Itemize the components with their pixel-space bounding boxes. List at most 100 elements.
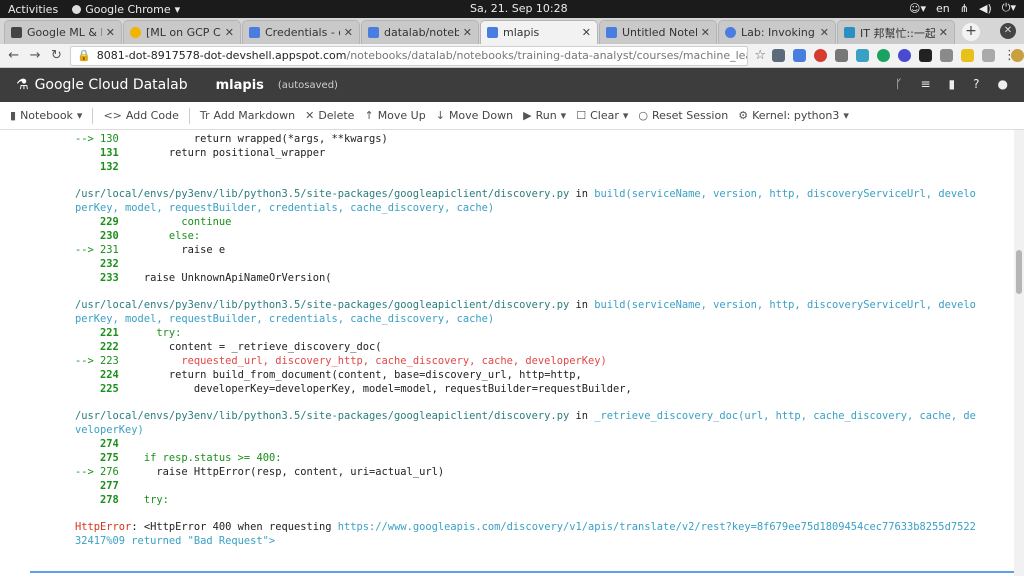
list-icon[interactable]: ≡ — [920, 77, 930, 91]
extension-icon[interactable] — [771, 49, 785, 62]
move-down-button[interactable]: ↓ Move Down — [436, 109, 513, 122]
reload-icon[interactable]: ↻ — [49, 48, 64, 63]
back-arrow-icon[interactable]: ← — [6, 48, 21, 63]
browser-tab[interactable]: Untitled Notebo ✕ — [599, 20, 717, 44]
add-code-button[interactable]: <> Add Code — [103, 109, 178, 122]
close-icon[interactable]: ✕ — [701, 26, 710, 39]
network-icon: ⋔ — [959, 1, 969, 15]
delete-button[interactable]: ✕ Delete — [305, 109, 354, 122]
url-path: /notebooks/datalab/notebooks/training-da… — [346, 48, 747, 62]
clear-button[interactable]: ☐ Clear ▾ — [576, 109, 628, 122]
run-button[interactable]: ▶ Run ▾ — [523, 109, 566, 122]
extension-icon[interactable] — [876, 49, 890, 62]
close-icon[interactable]: ✕ — [463, 26, 472, 39]
scrollbar-thumb[interactable] — [1016, 250, 1022, 294]
new-tab-button[interactable]: + — [962, 23, 980, 41]
tab-title: Credentials - q — [265, 26, 340, 39]
chevron-down-icon: ▾ — [622, 109, 629, 122]
add-markdown-button[interactable]: Tr Add Markdown — [200, 109, 295, 122]
clock[interactable]: Sa, 21. Sep 10:28 — [470, 2, 568, 15]
browser-tab[interactable]: IT 邦幫忙::一起 ✕ — [837, 20, 955, 44]
code-text: raise HttpError(resp, content, uri=actua… — [118, 466, 445, 478]
frame-header: /usr/local/envs/py3env/lib/python3.5/sit… — [75, 187, 976, 201]
adblock-icon[interactable] — [813, 49, 827, 62]
reset-session-button[interactable]: ○ Reset Session — [638, 109, 728, 122]
language-indicator[interactable]: en — [936, 2, 950, 15]
tab-title: Google ML & IT — [27, 26, 102, 39]
tab-title: datalab/notebo — [384, 26, 459, 39]
close-icon[interactable]: ✕ — [225, 26, 234, 39]
traceback-line: 221 try: — [75, 326, 181, 340]
line-number: 229 — [100, 216, 119, 228]
extension-icon[interactable] — [897, 49, 911, 62]
notebook-name[interactable]: mlapis — [216, 78, 264, 93]
browser-tab[interactable]: [ML on GCP C1 ✕ — [123, 20, 241, 44]
browser-tab-active[interactable]: mlapis ✕ — [480, 20, 598, 44]
close-icon[interactable]: ✕ — [582, 26, 591, 39]
account-icon[interactable]: ● — [998, 77, 1008, 91]
error-url[interactable]: https://www.googleapis.com/discovery/v1/… — [338, 521, 976, 533]
error-message: HttpError: <HttpError 400 when requestin… — [75, 520, 976, 534]
chrome-menu-icon[interactable]: ⋮ — [1003, 48, 1016, 63]
extension-icon[interactable] — [981, 49, 995, 62]
translate-icon[interactable] — [792, 49, 806, 62]
datalab-logo[interactable]: ⚗ Google Cloud Datalab — [16, 77, 188, 93]
page-scrollbar[interactable] — [1014, 130, 1024, 576]
datalab-header: ⚗ Google Cloud Datalab mlapis (autosaved… — [0, 68, 1024, 102]
delete-label: Delete — [318, 109, 355, 122]
bookmark-icon[interactable]: ▮ — [949, 77, 956, 91]
tab-title: mlapis — [503, 26, 540, 39]
kernel-menu-button[interactable]: ⚙ Kernel: python3 ▾ — [738, 109, 849, 122]
favicon-icon — [249, 27, 260, 38]
line-number: 278 — [100, 494, 119, 506]
activities-button[interactable]: Activities — [8, 3, 58, 16]
arrow-up-icon: ↑ — [364, 109, 374, 122]
address-bar[interactable]: 🔒 8081-dot-8917578-dot-devshell.appspot.… — [70, 45, 749, 66]
in-keyword: in — [575, 299, 588, 311]
checkbox-icon: ☐ — [576, 109, 587, 122]
kernel-label: Kernel: python3 — [752, 109, 840, 122]
extension-icon[interactable] — [855, 49, 869, 62]
branch-icon[interactable]: ᚴ — [895, 77, 902, 91]
error-type: HttpError — [75, 521, 132, 533]
arrow-down-icon: ↓ — [435, 109, 445, 122]
extension-icon[interactable] — [939, 49, 953, 62]
close-icon[interactable]: ✕ — [106, 26, 115, 39]
line-number: 275 — [100, 452, 119, 464]
traceback-line: 230 else: — [75, 229, 200, 243]
close-icon[interactable]: ✕ — [820, 26, 829, 39]
add-markdown-label: Add Markdown — [213, 109, 296, 122]
notebook-menu-button[interactable]: ▮ Notebook ▾ — [10, 109, 82, 122]
bookmark-star-icon[interactable]: ☆ — [754, 48, 766, 63]
flask-icon: ⚗ — [16, 77, 29, 93]
window-close-button[interactable]: ✕ — [1000, 23, 1016, 39]
code-text: return positional_wrapper — [118, 147, 326, 159]
app-menu-label: Google Chrome — [85, 2, 171, 16]
frame-header-cont: perKey, model, requestBuilder, credentia… — [75, 201, 494, 215]
app-menu[interactable]: Google Chrome ▾ — [72, 3, 180, 16]
function-signature: veloperKey) — [75, 424, 144, 436]
browser-tab[interactable]: Credentials - q ✕ — [242, 20, 360, 44]
browser-tab[interactable]: Lab: Invoking M ✕ — [718, 20, 836, 44]
frame-header: /usr/local/envs/py3env/lib/python3.5/sit… — [75, 298, 976, 312]
move-up-label: Move Up — [377, 109, 426, 122]
code-text: raise UnknownApiNameOrVersion( — [118, 272, 332, 284]
extension-icon[interactable] — [918, 49, 932, 62]
tab-title: Lab: Invoking M — [741, 26, 816, 39]
code-text: continue — [118, 216, 232, 228]
help-icon[interactable]: ? — [973, 77, 979, 91]
traceback-line: 274 — [75, 437, 119, 451]
browser-tab[interactable]: Google ML & IT ✕ — [4, 20, 122, 44]
system-tray[interactable]: ☺▾ en ⋔ ◀) ⏻▾ — [909, 1, 1016, 15]
extension-icon[interactable] — [960, 49, 974, 62]
favicon-icon — [725, 27, 736, 38]
close-icon: ✕ — [305, 109, 315, 122]
accessibility-icon[interactable]: ☺▾ — [909, 2, 926, 15]
forward-arrow-icon[interactable]: → — [27, 48, 42, 63]
browser-tab[interactable]: datalab/notebo ✕ — [361, 20, 479, 44]
extension-icon[interactable] — [834, 49, 848, 62]
close-icon[interactable]: ✕ — [939, 26, 948, 39]
chevron-down-icon: ▾ — [560, 109, 567, 122]
move-up-button[interactable]: ↑ Move Up — [364, 109, 425, 122]
close-icon[interactable]: ✕ — [344, 26, 353, 39]
